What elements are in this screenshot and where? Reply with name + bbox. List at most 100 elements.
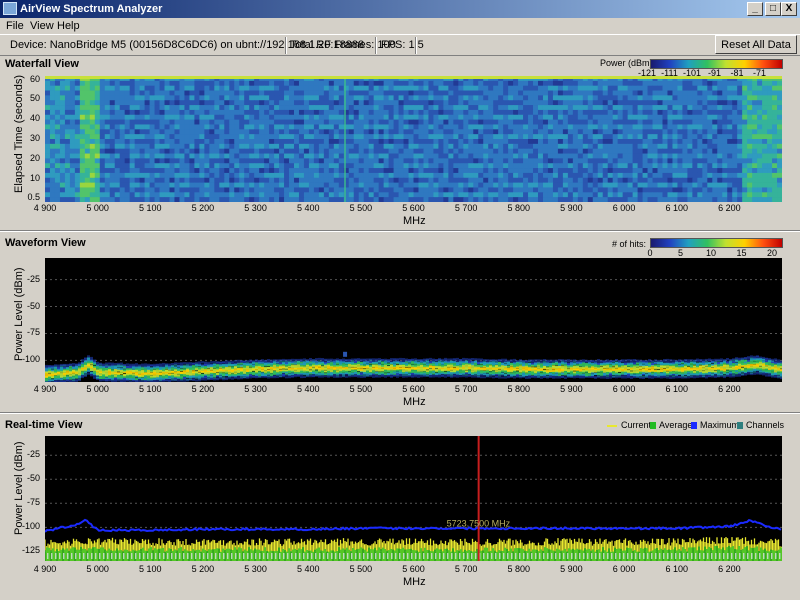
waterfall-cell bbox=[199, 90, 205, 96]
waterfall-cell bbox=[542, 95, 549, 101]
waterfall-cell bbox=[54, 129, 61, 135]
waterfall-cell bbox=[333, 134, 340, 140]
waterfall-cell bbox=[607, 129, 614, 135]
waterfall-plot[interactable] bbox=[45, 76, 782, 202]
waterfall-cell bbox=[742, 197, 748, 202]
waterfall-cell bbox=[503, 95, 509, 101]
reset-all-data-button[interactable]: Reset All Data bbox=[715, 35, 797, 54]
waterfall-cell bbox=[109, 129, 116, 135]
waterfall-cell bbox=[99, 119, 106, 125]
close-button[interactable]: X bbox=[781, 2, 797, 16]
waveform-hit bbox=[243, 360, 246, 363]
waterfall-cell bbox=[572, 158, 579, 164]
waterfall-cell bbox=[493, 129, 499, 135]
waterfall-cell bbox=[428, 95, 434, 101]
waterfall-cell bbox=[99, 172, 106, 179]
waterfall-cell bbox=[612, 143, 619, 149]
waterfall-cell bbox=[592, 114, 599, 120]
waterfall-cell bbox=[114, 168, 121, 174]
waterfall-cell bbox=[762, 163, 768, 169]
waterfall-cell bbox=[234, 109, 240, 116]
waterfall-cell bbox=[313, 192, 320, 198]
waterfall-cell bbox=[368, 172, 375, 179]
waveform-plot[interactable] bbox=[45, 258, 782, 382]
waterfall-cell bbox=[249, 182, 255, 188]
waterfall-cell bbox=[602, 95, 609, 101]
waterfall-cell bbox=[318, 172, 325, 179]
waveform-hit bbox=[129, 363, 132, 366]
waveform-hit bbox=[237, 367, 240, 370]
waterfall-cell bbox=[194, 168, 200, 174]
waterfall-cell bbox=[667, 153, 673, 159]
waterfall-cell bbox=[383, 158, 390, 164]
waterfall-cell bbox=[298, 177, 305, 183]
waveform-hit bbox=[81, 361, 84, 364]
waterfall-cell bbox=[562, 95, 569, 101]
waterfall-cell bbox=[418, 168, 424, 174]
waterfall-cell bbox=[388, 187, 395, 193]
waveform-hit bbox=[195, 361, 198, 364]
waterfall-cell bbox=[134, 187, 141, 193]
waterfall-cell bbox=[597, 153, 604, 159]
waterfall-cell bbox=[124, 197, 131, 202]
waterfall-cell bbox=[572, 172, 579, 179]
waterfall-cell bbox=[423, 109, 429, 116]
waterfall-cell bbox=[518, 85, 524, 91]
waterfall-cell bbox=[473, 148, 479, 154]
waterfall-cell bbox=[732, 168, 738, 174]
waterfall-cell bbox=[408, 139, 414, 145]
title-bar[interactable]: AirView Spectrum Analyzer _ □ X bbox=[0, 0, 800, 18]
waterfall-cell bbox=[174, 119, 180, 125]
waterfall-cell bbox=[209, 192, 215, 198]
waterfall-cell bbox=[577, 124, 584, 130]
waterfall-cell bbox=[269, 158, 275, 164]
menu-file[interactable]: File bbox=[6, 20, 24, 32]
waterfall-cell bbox=[274, 153, 280, 159]
waterfall-cell bbox=[229, 100, 235, 106]
waterfall-cell bbox=[777, 129, 782, 135]
waterfall-cell bbox=[378, 105, 385, 111]
waterfall-cell bbox=[737, 95, 743, 101]
waterfall-cell bbox=[74, 119, 81, 125]
waterfall-cell bbox=[134, 197, 141, 202]
waterfall-cell bbox=[338, 192, 345, 198]
maximize-button[interactable]: □ bbox=[765, 2, 781, 16]
waterfall-cell bbox=[154, 100, 161, 106]
waterfall-cell bbox=[702, 139, 708, 145]
waveform-hit bbox=[126, 377, 129, 380]
waveform-hit bbox=[156, 375, 159, 378]
waterfall-cell bbox=[732, 197, 738, 202]
waterfall-cell bbox=[443, 153, 449, 159]
waterfall-cell bbox=[468, 187, 474, 193]
waterfall-cell bbox=[537, 192, 544, 198]
waterfall-cell bbox=[373, 80, 380, 86]
waterfall-cell bbox=[667, 124, 673, 130]
waterfall-cell bbox=[109, 182, 116, 188]
menu-help[interactable]: Help bbox=[57, 20, 80, 32]
waterfall-cell bbox=[617, 192, 624, 198]
waterfall-cell bbox=[338, 163, 345, 169]
waveform-hit bbox=[162, 366, 165, 369]
waterfall-cell bbox=[219, 148, 225, 154]
waterfall-cell bbox=[602, 139, 609, 145]
waterfall-cell bbox=[652, 80, 659, 86]
waterfall-cell bbox=[124, 80, 131, 86]
menu-view[interactable]: View bbox=[30, 20, 54, 32]
waterfall-cell bbox=[204, 148, 210, 154]
waterfall-cell bbox=[373, 172, 380, 179]
waterfall-cell bbox=[697, 139, 703, 145]
waterfall-cell bbox=[94, 114, 101, 120]
minimize-button[interactable]: _ bbox=[747, 2, 763, 16]
waterfall-cell bbox=[59, 134, 66, 140]
waterfall-cell bbox=[74, 95, 81, 101]
waterfall-cell bbox=[458, 134, 464, 140]
waterfall-cell bbox=[69, 134, 76, 140]
waterfall-cell bbox=[622, 153, 629, 159]
waterfall-cell bbox=[333, 177, 340, 183]
waterfall-cell bbox=[672, 153, 678, 159]
waterfall-cell bbox=[234, 85, 240, 91]
waterfall-cell bbox=[84, 139, 91, 145]
waveform-hit bbox=[180, 371, 183, 374]
waterfall-cell bbox=[269, 197, 275, 202]
waterfall-cell bbox=[214, 124, 220, 130]
